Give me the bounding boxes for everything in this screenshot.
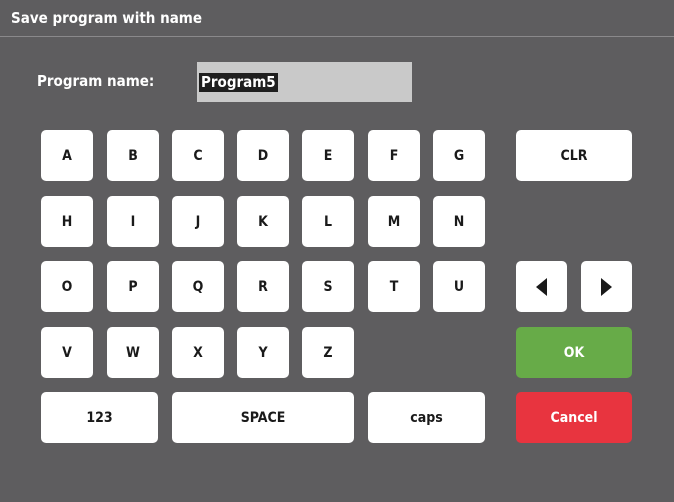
key-b[interactable]: B: [107, 130, 159, 181]
key-w[interactable]: W: [107, 327, 159, 378]
key-x[interactable]: X: [172, 327, 224, 378]
clr-button[interactable]: CLR: [516, 130, 632, 181]
dialog-title: Save program with name: [11, 9, 203, 27]
key-m[interactable]: M: [368, 196, 420, 247]
space-button[interactable]: SPACE: [172, 392, 354, 443]
dialog-title-bar: Save program with name: [0, 0, 674, 37]
key-d[interactable]: D: [237, 130, 289, 181]
key-v[interactable]: V: [41, 327, 93, 378]
key-e[interactable]: E: [302, 130, 354, 181]
cancel-button[interactable]: Cancel: [516, 392, 632, 443]
key-n[interactable]: N: [433, 196, 485, 247]
ok-button[interactable]: OK: [516, 327, 632, 378]
key-s[interactable]: S: [302, 261, 354, 312]
program-name-value: Program5: [199, 73, 278, 92]
key-y[interactable]: Y: [237, 327, 289, 378]
program-name-label: Program name:: [37, 72, 155, 90]
key-c[interactable]: C: [172, 130, 224, 181]
key-f[interactable]: F: [368, 130, 420, 181]
numeric-mode-button[interactable]: 123: [41, 392, 158, 443]
key-u[interactable]: U: [433, 261, 485, 312]
key-h[interactable]: H: [41, 196, 93, 247]
key-g[interactable]: G: [433, 130, 485, 181]
key-a[interactable]: A: [41, 130, 93, 181]
key-i[interactable]: I: [107, 196, 159, 247]
key-p[interactable]: P: [107, 261, 159, 312]
program-name-field[interactable]: Program5: [197, 62, 412, 102]
key-o[interactable]: O: [41, 261, 93, 312]
cursor-right-button[interactable]: [581, 261, 632, 312]
key-l[interactable]: L: [302, 196, 354, 247]
triangle-left-icon: [536, 277, 547, 296]
key-j[interactable]: J: [172, 196, 224, 247]
cursor-left-button[interactable]: [516, 261, 567, 312]
key-r[interactable]: R: [237, 261, 289, 312]
key-k[interactable]: K: [237, 196, 289, 247]
key-q[interactable]: Q: [172, 261, 224, 312]
key-z[interactable]: Z: [302, 327, 354, 378]
caps-button[interactable]: caps: [368, 392, 485, 443]
key-t[interactable]: T: [368, 261, 420, 312]
triangle-right-icon: [601, 277, 612, 296]
